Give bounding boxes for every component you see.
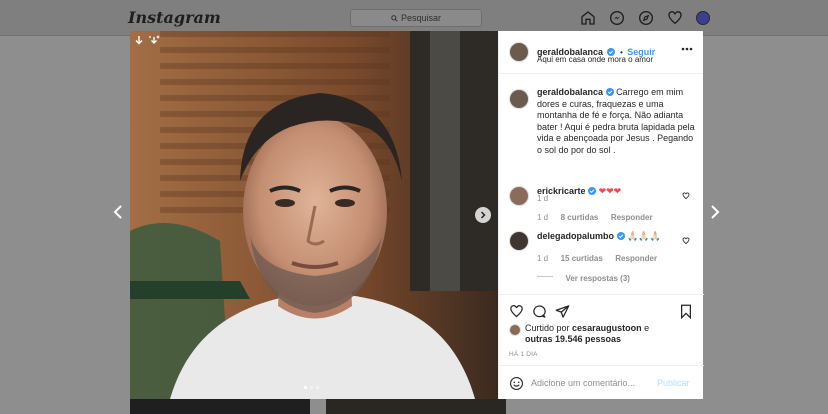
search-icon: [391, 14, 398, 22]
carousel-next-button[interactable]: [475, 207, 491, 223]
view-replies-row[interactable]: Ver respostas (3): [537, 268, 630, 286]
download-arrow-icon[interactable]: [134, 35, 144, 45]
selfie-photo-image: [130, 31, 498, 399]
share-paper-plane-icon[interactable]: [555, 304, 570, 319]
author-avatar[interactable]: [509, 42, 529, 62]
post-sidebar: geraldobalanca • Seguir Aqui em casa ond…: [498, 31, 704, 399]
explore-icon[interactable]: [638, 10, 654, 26]
post-modal: geraldobalanca • Seguir Aqui em casa ond…: [130, 31, 704, 399]
caption-text-block: geraldobalanca Carrego em mim dores e cu…: [537, 87, 697, 156]
commenter-username[interactable]: erickricarte: [537, 186, 586, 196]
comment-text: ❤❤❤: [598, 186, 622, 196]
verified-badge-icon: [616, 232, 625, 240]
caption-author-username[interactable]: geraldobalanca: [537, 87, 603, 97]
search-placeholder: Pesquisar: [400, 13, 442, 23]
search-input[interactable]: Pesquisar: [350, 9, 482, 27]
verified-badge-icon: [605, 88, 614, 96]
reply-button[interactable]: Responder: [611, 213, 653, 222]
comment-like-heart-icon[interactable]: [682, 192, 690, 200]
comment-bubble-icon[interactable]: [532, 304, 547, 319]
reply-button[interactable]: Responder: [615, 254, 657, 263]
comment-age: 1 d: [537, 254, 549, 263]
comment-likes[interactable]: 15 curtidas: [561, 254, 603, 263]
liker-avatar[interactable]: [509, 324, 521, 336]
view-replies-button[interactable]: Ver respostas (3): [565, 274, 629, 283]
comment-input[interactable]: Adicione um comentário...: [531, 378, 635, 388]
save-bookmark-icon[interactable]: [679, 304, 693, 319]
sparkle-download-icon[interactable]: [148, 35, 160, 45]
chevron-right-icon: [480, 211, 486, 219]
carousel-dot: [316, 386, 319, 389]
profile-avatar[interactable]: [696, 11, 710, 25]
publish-button[interactable]: Publicar: [657, 378, 690, 388]
post-header: geraldobalanca • Seguir Aqui em casa ond…: [499, 31, 703, 74]
previous-post-arrow-icon[interactable]: [113, 205, 123, 219]
verified-badge-icon: [588, 187, 597, 195]
messenger-icon[interactable]: [609, 10, 625, 26]
post-timestamp[interactable]: HÁ 1 DIA: [509, 351, 538, 358]
more-options-icon[interactable]: [681, 47, 693, 51]
instagram-logo[interactable]: Instagram: [128, 8, 221, 27]
likes-summary: Curtido por cesaraugustoon e outras 19.5…: [525, 323, 695, 345]
carousel-dot: [304, 386, 307, 389]
post-photo[interactable]: [130, 31, 498, 399]
comment-likes[interactable]: 8 curtidas: [561, 213, 599, 222]
replies-divider: [537, 276, 553, 278]
liked-by-username[interactable]: cesaraugustoon: [572, 323, 642, 333]
comment-like-heart-icon[interactable]: [682, 237, 690, 245]
emoji-smiley-icon[interactable]: [509, 376, 524, 391]
post-location[interactable]: Aqui em casa onde mora o amor: [537, 55, 653, 64]
comment-text: 🙏🏻🙏🏻🙏🏻: [627, 231, 661, 241]
heart-icon[interactable]: [667, 10, 683, 26]
liked-by-prefix: Curtido por: [525, 323, 570, 333]
commenter-avatar[interactable]: [509, 231, 529, 251]
home-icon[interactable]: [580, 10, 596, 26]
background-post-thumbnail[interactable]: [130, 399, 310, 414]
caption-text: Carrego em mim dores e curas, fraquezas …: [537, 87, 695, 155]
caption-author-avatar[interactable]: [509, 89, 529, 109]
comment-age: 1 d: [537, 213, 549, 222]
add-comment-row: Adicione um comentário... Publicar: [499, 365, 704, 400]
commenter-username[interactable]: delegadopalumbo: [537, 231, 614, 241]
carousel-dot: [310, 386, 313, 389]
like-heart-icon[interactable]: [509, 304, 524, 319]
next-post-arrow-icon[interactable]: [710, 205, 720, 219]
carousel-indicator: [304, 386, 319, 389]
liked-by-connector: e: [644, 323, 650, 333]
commenter-avatar[interactable]: [509, 186, 529, 206]
liked-by-others[interactable]: outras 19.546 pessoas: [525, 334, 695, 345]
background-post-thumbnail[interactable]: [326, 399, 506, 414]
post-actions: Curtido por cesaraugustoon e outras 19.5…: [499, 294, 704, 399]
